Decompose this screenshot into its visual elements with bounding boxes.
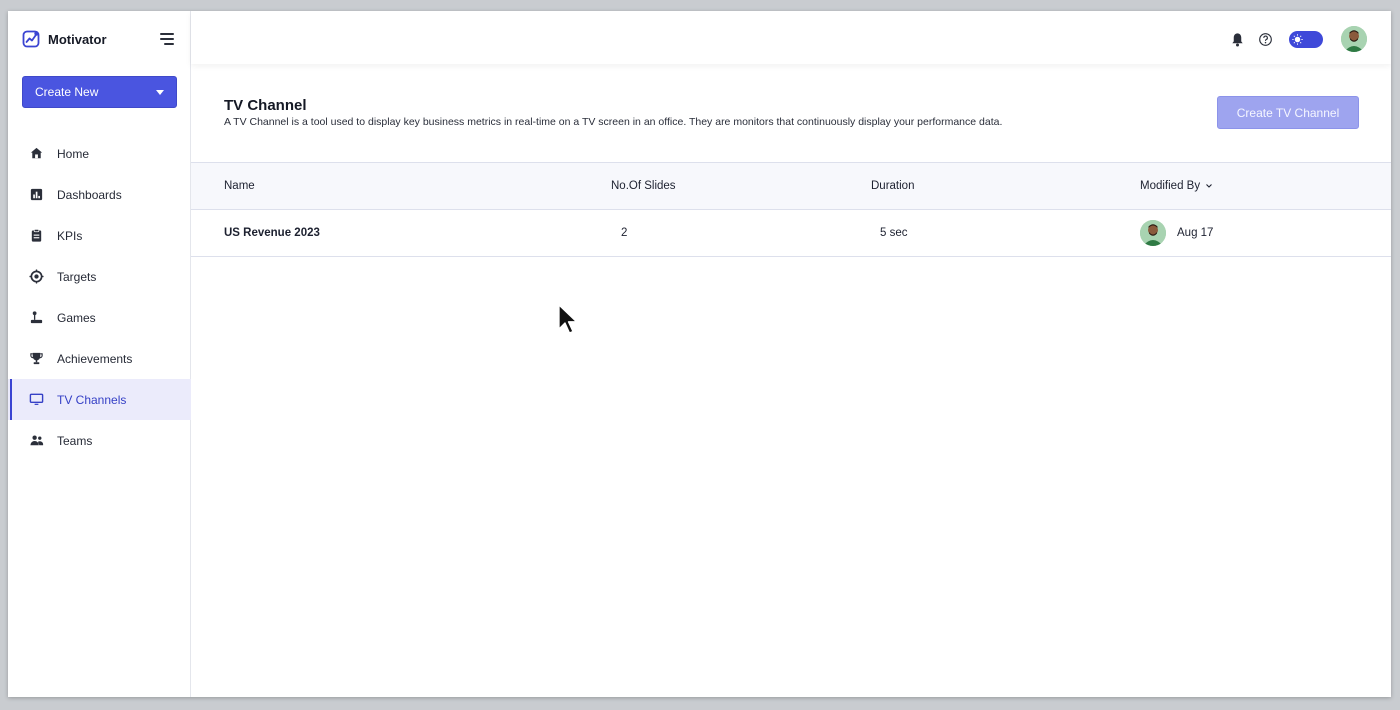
page-title: TV Channel <box>224 97 307 114</box>
row-modified-date: Aug 17 <box>1177 227 1214 239</box>
sidebar-item-home[interactable]: Home <box>8 133 191 174</box>
sidebar-item-label: Home <box>57 146 90 161</box>
sidebar-item-games[interactable]: Games <box>8 297 191 338</box>
avatar <box>1140 220 1166 246</box>
sidebar-item-achievements[interactable]: Achievements <box>8 338 191 379</box>
sidebar: Motivator Create New Home Dashboards KPI… <box>8 11 191 697</box>
team-icon <box>28 433 44 449</box>
sidebar-item-label: Targets <box>57 269 97 284</box>
mouse-cursor-icon <box>558 304 578 334</box>
dashboard-icon <box>28 187 44 203</box>
main-content: TV Channel A TV Channel is a tool used t… <box>191 64 1391 697</box>
sidebar-item-label: TV Channels <box>57 392 127 407</box>
sidebar-item-label: Teams <box>57 433 93 448</box>
create-new-button[interactable]: Create New <box>22 76 177 108</box>
trophy-icon <box>28 351 44 367</box>
create-new-label: Create New <box>35 85 99 99</box>
app-window: Motivator Create New Home Dashboards KPI… <box>8 11 1391 697</box>
chevron-down-icon <box>156 89 164 95</box>
topbar-actions <box>1229 26 1367 52</box>
clipboard-icon <box>28 228 44 244</box>
chevron-down-icon <box>1206 184 1212 188</box>
sun-icon <box>1292 33 1303 45</box>
theme-toggle[interactable] <box>1289 30 1323 48</box>
home-icon <box>28 146 44 162</box>
topbar <box>191 11 1391 64</box>
row-name: US Revenue 2023 <box>224 227 320 239</box>
column-header-modified-by[interactable]: Modified By <box>1140 163 1213 209</box>
sidebar-item-label: Achievements <box>57 351 133 366</box>
sidebar-nav: Home Dashboards KPIs Targets Games Achie… <box>8 133 191 461</box>
monitor-icon <box>28 392 44 408</box>
sidebar-item-label: KPIs <box>57 228 83 243</box>
row-duration: 5 sec <box>880 227 908 239</box>
sidebar-item-label: Games <box>57 310 96 325</box>
app-name: Motivator <box>48 31 107 47</box>
sidebar-item-kpis[interactable]: KPIs <box>8 215 191 256</box>
column-header-name[interactable]: Name <box>224 163 255 209</box>
sidebar-item-targets[interactable]: Targets <box>8 256 191 297</box>
sidebar-item-tv-channels[interactable]: TV Channels <box>8 379 191 420</box>
joystick-icon <box>28 310 44 326</box>
user-avatar[interactable] <box>1341 26 1367 52</box>
create-tv-channel-button[interactable]: Create TV Channel <box>1217 96 1359 129</box>
column-header-label: Modified By <box>1140 180 1201 192</box>
bell-icon[interactable] <box>1229 31 1245 47</box>
menu-toggle-icon[interactable] <box>160 33 174 45</box>
column-header-duration[interactable]: Duration <box>871 163 914 209</box>
table-header: Name No.Of Slides Duration Modified By <box>191 162 1391 210</box>
column-header-slides[interactable]: No.Of Slides <box>611 163 676 209</box>
table-row[interactable]: US Revenue 2023 2 5 sec Aug 17 <box>191 210 1391 257</box>
row-slides: 2 <box>621 227 628 239</box>
row-modified: Aug 17 <box>1140 210 1213 256</box>
page-description: A TV Channel is a tool used to display k… <box>224 116 1003 128</box>
help-icon[interactable] <box>1257 31 1273 47</box>
sidebar-item-label: Dashboards <box>57 187 122 202</box>
brand[interactable]: Motivator <box>22 30 107 48</box>
target-icon <box>28 269 44 285</box>
sidebar-item-dashboards[interactable]: Dashboards <box>8 174 191 215</box>
tv-channel-table: Name No.Of Slides Duration Modified By U… <box>191 162 1391 257</box>
sidebar-item-teams[interactable]: Teams <box>8 420 191 461</box>
motivator-logo-icon <box>22 30 40 48</box>
